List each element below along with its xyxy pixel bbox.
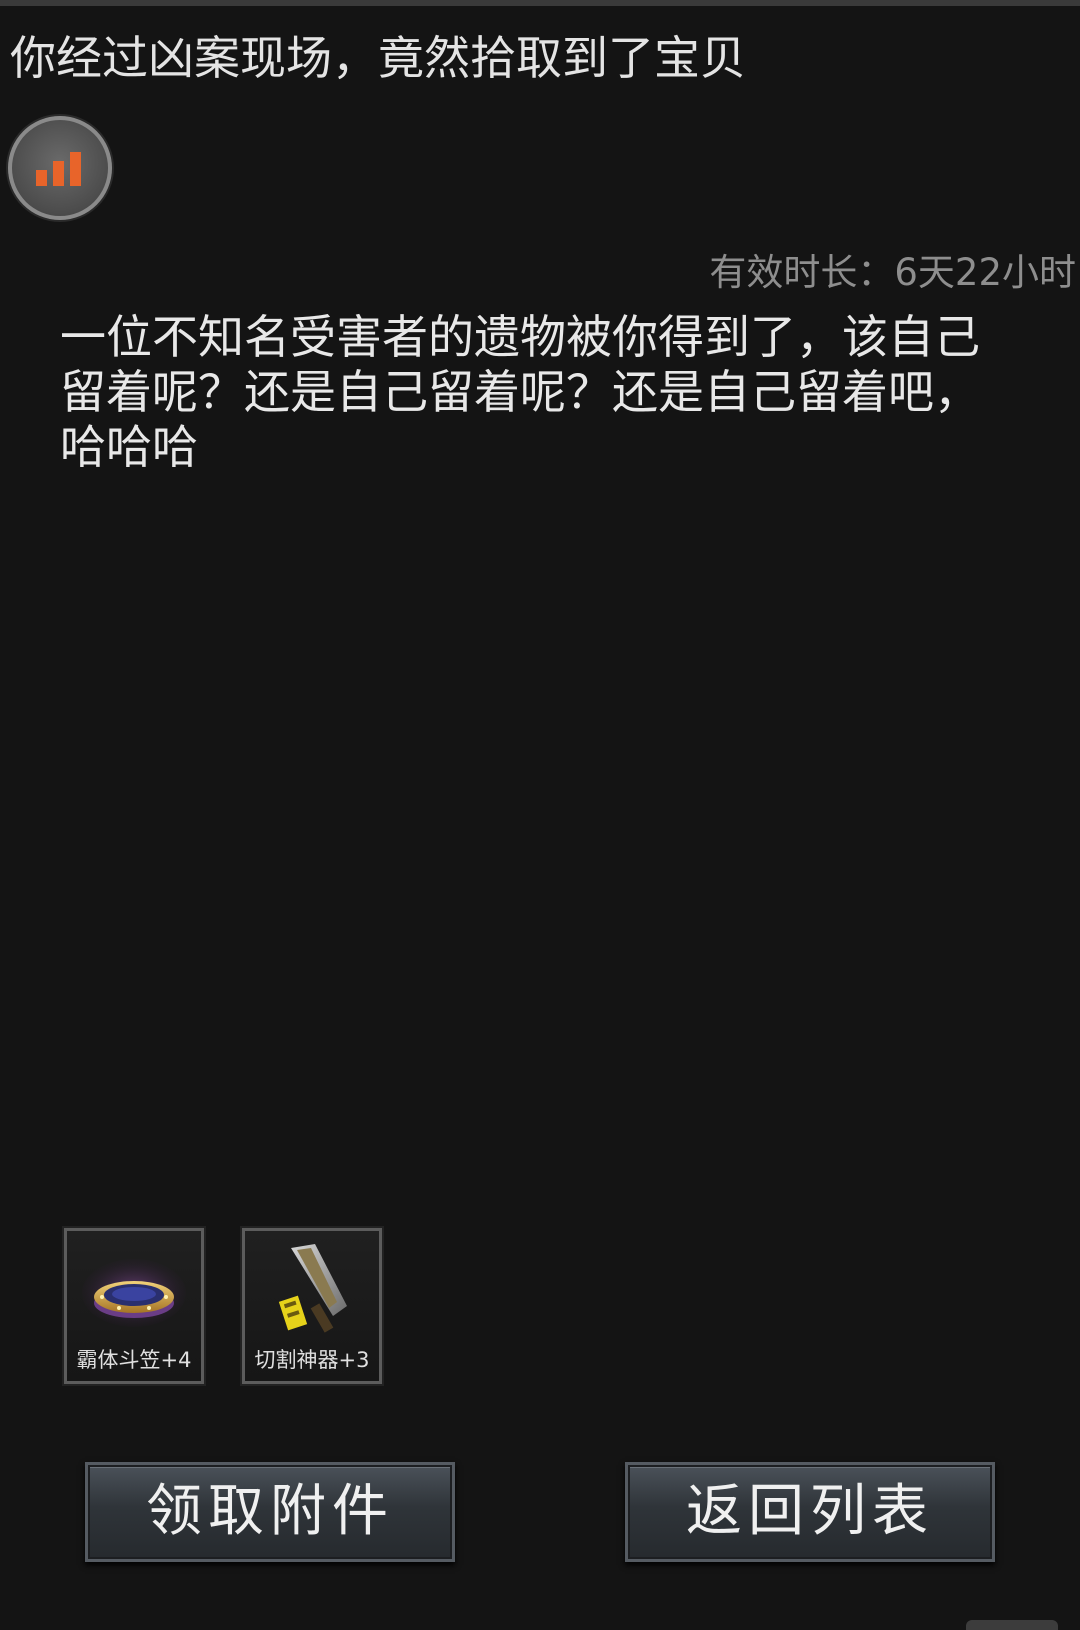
attachment-label: 霸体斗笠+4 [76, 1348, 192, 1372]
attachment-list: 霸体斗笠+4 切割神器+3 [62, 1226, 384, 1386]
corner-tab [966, 1620, 1058, 1630]
attachment-slot-hat[interactable]: 霸体斗笠+4 [62, 1226, 206, 1386]
attachment-slot-weapon[interactable]: 切割神器+3 [240, 1226, 384, 1386]
back-to-list-button[interactable]: 返回列表 [625, 1462, 995, 1562]
cleaver-weapon-icon [245, 1231, 379, 1349]
bamboo-hat-icon [67, 1231, 201, 1349]
claim-attachment-button[interactable]: 领取附件 [85, 1462, 455, 1562]
mail-title: 你经过凶案现场，竟然拾取到了宝贝 [10, 31, 746, 85]
top-divider [0, 0, 1080, 6]
mail-body-text: 一位不知名受害者的遗物被你得到了，该自己留着呢？还是自己留着呢？还是自己留着吧，… [60, 310, 980, 474]
signal-bars-icon [8, 116, 112, 220]
attachment-label: 切割神器+3 [254, 1348, 370, 1372]
validity-duration: 有效时长：6天22小时 [709, 251, 1076, 294]
